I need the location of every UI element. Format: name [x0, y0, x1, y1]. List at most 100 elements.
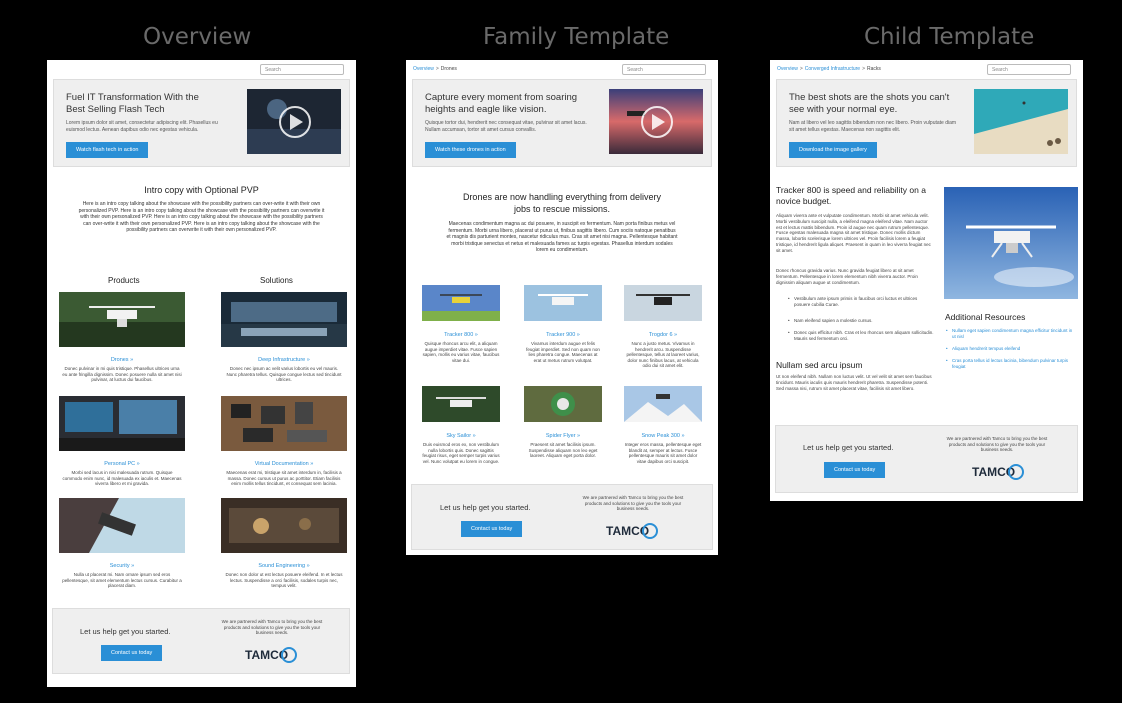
intro-title: Intro copy with Optional PVP	[144, 185, 259, 195]
personal-pc-image	[59, 396, 185, 451]
intro-body: Maecenas condimentum magna ac dui posuer…	[446, 221, 678, 253]
tile-security[interactable]: Security » Nulla ut placerat mi. Nam orn…	[59, 498, 185, 589]
tile-desc: Integer eros massa, pellentesque eget bl…	[624, 442, 702, 464]
tile-link[interactable]: Spider Flyer »	[524, 433, 602, 439]
footer-cta: Let us help get you started.	[80, 627, 171, 636]
tile-desc: Donec pulvinar in mi quis tristique. Pha…	[62, 366, 182, 382]
tile-desc: Morbi sed lacus in nisi malesuada rutrum…	[62, 470, 182, 486]
tile-desc: Donec non dolor ut est lectus posuere el…	[225, 572, 343, 588]
tile-link[interactable]: Sky Sailor »	[422, 433, 500, 439]
breadcrumb-overview[interactable]: Overview	[413, 66, 434, 72]
breadcrumb-separator: >	[799, 66, 803, 72]
breadcrumb-overview[interactable]: Overview	[777, 66, 798, 72]
tile-link[interactable]: Sound Engineering »	[221, 563, 347, 569]
breadcrumb-current: Drones	[440, 66, 457, 72]
tracker-900-image	[524, 285, 602, 321]
search-input[interactable]: Search	[622, 64, 706, 75]
breadcrumb-separator: >	[435, 66, 439, 72]
hero-title: The best shots are the shots you can't s…	[789, 92, 950, 115]
watch-flash-tech-button[interactable]: Watch flash tech in action	[66, 142, 149, 158]
tile-deep-infrastructure[interactable]: Deep Infrastructure » Donec nec ipsum ac…	[221, 292, 347, 383]
breadcrumb-separator: >	[862, 66, 865, 72]
top-bar: Overview > Converged Infrastructure > Racks …	[770, 60, 1083, 79]
tracker-800-image	[422, 285, 500, 321]
tile-link[interactable]: Tracker 800 »	[422, 332, 500, 338]
search-input[interactable]: Search	[987, 64, 1071, 75]
footer-contact: Let us help get you started. Contact us …	[411, 484, 713, 550]
intro-body: Here is an intro copy talking about the …	[78, 201, 325, 233]
family-template-page: Overview > Drones Search Capture every mom…	[406, 60, 718, 555]
hero-body: Lorem ipsum dolor sit amet, consectetur …	[66, 120, 218, 133]
resource-link[interactable]: Nullam eget sapien condimentum magna eff…	[946, 328, 1076, 340]
partner-text: We are partnered with Tamco to bring you…	[221, 619, 323, 635]
intro-section: Drones are now handling everything from …	[406, 191, 718, 254]
download-gallery-button[interactable]: Download the image gallery	[789, 142, 877, 158]
solutions-heading: Solutions	[260, 276, 293, 285]
tile-drones[interactable]: Drones » Donec pulvinar in mi quis trist…	[59, 292, 185, 383]
tile-spider-flyer[interactable]: Spider Flyer » Praesent sit amet facilis…	[524, 386, 602, 459]
product-image	[944, 187, 1078, 299]
hero-banner: Fuel IT Transformation With the Best Sel…	[53, 79, 350, 167]
article-paragraph-1: Aliquam viverra ante et vulputate condim…	[776, 213, 931, 253]
tile-tracker-800[interactable]: Tracker 800 » Quisque rhoncus arcu elit,…	[422, 285, 500, 363]
partner-text: We are partnered with Tamco to bring you…	[582, 495, 684, 511]
footer-contact: Let us help get you started. Contact us …	[775, 425, 1078, 493]
tile-link[interactable]: Snow Peak 300 »	[624, 433, 702, 439]
hero-image	[974, 89, 1068, 154]
tamco-logo: TAMCO	[245, 647, 297, 663]
contact-us-button[interactable]: Contact us today	[101, 645, 163, 661]
overview-heading: Overview	[143, 24, 252, 50]
virtual-documentation-image	[221, 396, 347, 451]
footer-contact: Let us help get you started. Contact us …	[52, 608, 350, 674]
article-paragraph-3: Ut non eleifend nibh. Nullam non luctus …	[776, 374, 932, 391]
overview-page: Search Fuel IT Transformation With the B…	[47, 60, 356, 687]
tile-sound-engineering[interactable]: Sound Engineering » Donec non dolor ut e…	[221, 498, 347, 589]
resource-link[interactable]: Aliquam hendrerit tempus eleifend	[946, 346, 1076, 352]
tile-link[interactable]: Virtual Documentation »	[221, 461, 347, 467]
sound-engineering-image	[221, 498, 347, 553]
top-bar: Overview > Drones Search	[406, 60, 718, 79]
hero-title: Capture every moment from soaring height…	[425, 92, 578, 115]
breadcrumb-converged-infrastructure[interactable]: Converged Infrastructure	[805, 66, 860, 72]
hero-body: Nam at libero vel leo sagittis bibendum …	[789, 120, 957, 133]
watch-drones-button[interactable]: Watch these drones in action	[425, 142, 516, 158]
tile-desc: Nunc a justo metus. Vivamus in hendrerit…	[626, 341, 700, 368]
footer-cta: Let us help get you started.	[440, 503, 531, 512]
intro-title: Drones are now handling everything from …	[462, 192, 662, 214]
tile-link[interactable]: Trogdor 6 »	[624, 332, 702, 338]
tile-link[interactable]: Security »	[59, 563, 185, 569]
tile-sky-sailor[interactable]: Sky Sailor » Duis euismod eros ex, non v…	[422, 386, 500, 464]
article-bullet: Nam eleifend sapien a molestie cursus.	[788, 318, 934, 324]
hero-banner: The best shots are the shots you can't s…	[776, 79, 1077, 167]
tile-personal-pc[interactable]: Personal PC » Morbi sed lacus in nisi ma…	[59, 396, 185, 487]
partner-text: We are partnered with Tamco to bring you…	[946, 436, 1048, 452]
sky-sailor-image	[422, 386, 500, 422]
family-template-heading: Family Template	[483, 24, 670, 50]
article-bullet: Donec quis efficitur nibh. Cras et leo r…	[788, 330, 934, 342]
contact-us-button[interactable]: Contact us today	[461, 521, 523, 537]
hero-title: Fuel IT Transformation With the Best Sel…	[66, 92, 199, 115]
tile-snow-peak-300[interactable]: Snow Peak 300 » Integer eros massa, pell…	[624, 386, 702, 464]
tile-link[interactable]: Deep Infrastructure »	[221, 357, 347, 363]
tile-tracker-900[interactable]: Tracker 900 » Vivamus interdum augue et …	[524, 285, 602, 363]
tile-link[interactable]: Personal PC »	[59, 461, 185, 467]
tile-trogdor-6[interactable]: Trogdor 6 » Nunc a justo metus. Vivamus …	[624, 285, 702, 369]
article-paragraph-2: Donec rhoncus gravida varius. Nunc gravi…	[776, 268, 918, 285]
breadcrumb-current: Racks	[867, 66, 881, 72]
tile-desc: Maecenas erat mi, tristique sit amet int…	[226, 470, 342, 486]
resource-link[interactable]: Cras porta tellus id lectus lacinia, bib…	[946, 358, 1076, 370]
tile-link[interactable]: Tracker 900 »	[524, 332, 602, 338]
breadcrumb: Overview > Converged Infrastructure > Racks	[777, 66, 881, 72]
search-input[interactable]: Search	[260, 64, 344, 75]
tile-desc: Duis euismod eros ex, non vestibulum nul…	[422, 442, 500, 464]
intro-section: Intro copy with Optional PVP Here is an …	[47, 185, 356, 234]
tamco-logo: TAMCO	[972, 464, 1024, 480]
contact-us-button[interactable]: Contact us today	[824, 462, 886, 478]
hero-video-thumbnail[interactable]	[247, 89, 341, 154]
hero-video-thumbnail[interactable]	[609, 89, 703, 154]
infrastructure-image	[221, 292, 347, 347]
article-bullet: Vestibulum ante ipsum primis in faucibus…	[788, 296, 934, 308]
tile-link[interactable]: Drones »	[59, 357, 185, 363]
drones-image	[59, 292, 185, 347]
tile-virtual-documentation[interactable]: Virtual Documentation » Maecenas erat mi…	[221, 396, 347, 487]
